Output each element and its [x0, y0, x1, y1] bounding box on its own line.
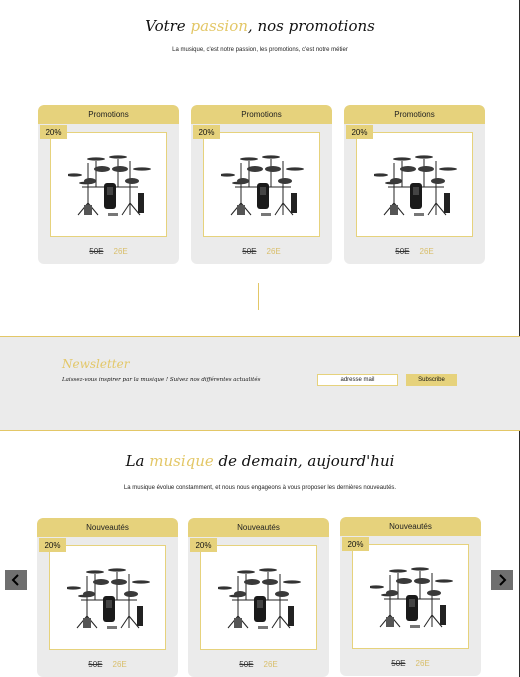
product-image-frame[interactable]	[203, 132, 320, 237]
new-price: 26E	[419, 247, 434, 256]
discount-badge: 20%	[346, 125, 373, 139]
drum-kit-image	[368, 559, 454, 631]
card-header: Nouveautés	[37, 518, 178, 537]
title-part: Votre	[145, 17, 191, 35]
drum-kit-image	[65, 560, 151, 632]
old-price: 50E	[395, 247, 410, 256]
newsletter-title: Newsletter	[62, 357, 130, 371]
product-image-frame[interactable]	[200, 545, 317, 650]
card-header: Promotions	[191, 105, 332, 124]
card-header: Nouveautés	[188, 518, 329, 537]
promotion-card[interactable]: Promotions 20% 50E 26E	[191, 105, 332, 264]
discount-badge: 20%	[40, 125, 67, 139]
news-card[interactable]: Nouveautés 20% 50E 26E	[340, 517, 481, 676]
drum-kit-image	[219, 147, 305, 219]
new-price: 26E	[263, 660, 278, 669]
new-price: 26E	[415, 659, 430, 668]
promotions-subtitle: La musique, c'est notre passion, les pro…	[172, 47, 348, 53]
old-price: 50E	[239, 660, 254, 669]
price-row: 50E 26E	[37, 660, 178, 669]
newsletter-section: Newsletter Laissez-vous inspirer par la …	[0, 336, 520, 431]
drum-kit-image	[66, 147, 152, 219]
discount-badge: 20%	[342, 537, 369, 551]
new-price: 26E	[266, 247, 281, 256]
news-card[interactable]: Nouveautés 20% 50E 26E	[37, 518, 178, 677]
new-price: 26E	[112, 660, 127, 669]
newsletter-text: Laissez-vous inspirer par la musique ! S…	[62, 377, 261, 383]
card-header: Promotions	[38, 105, 179, 124]
discount-badge: 20%	[39, 538, 66, 552]
old-price: 50E	[88, 660, 103, 669]
product-image-frame[interactable]	[356, 132, 473, 237]
chevron-left-icon	[11, 574, 19, 586]
price-row: 50E 26E	[188, 660, 329, 669]
drum-kit-image	[372, 147, 458, 219]
old-price: 50E	[89, 247, 104, 256]
news-subtitle: La musique évolue constamment, et nous n…	[123, 485, 397, 491]
email-input[interactable]: adresse mail	[317, 374, 398, 386]
old-price: 50E	[242, 247, 257, 256]
section-divider	[258, 283, 259, 310]
price-row: 50E 26E	[38, 247, 179, 256]
old-price: 50E	[391, 659, 406, 668]
card-header: Promotions	[344, 105, 485, 124]
product-image-frame[interactable]	[352, 544, 469, 649]
title-part: , nos promotions	[247, 17, 375, 35]
promotion-card[interactable]: Promotions 20% 50E 26E	[38, 105, 179, 264]
price-row: 50E 26E	[191, 247, 332, 256]
discount-badge: 20%	[193, 125, 220, 139]
promotion-card[interactable]: Promotions 20% 50E 26E	[344, 105, 485, 264]
subscribe-button[interactable]: Subscribe	[406, 374, 457, 386]
card-header: Nouveautés	[340, 517, 481, 536]
carousel-next-button[interactable]	[491, 570, 513, 590]
news-card[interactable]: Nouveautés 20% 50E 26E	[188, 518, 329, 677]
chevron-right-icon	[499, 574, 507, 586]
product-image-frame[interactable]	[49, 545, 166, 650]
product-image-frame[interactable]	[50, 132, 167, 237]
title-accent: passion	[190, 17, 248, 35]
discount-badge: 20%	[190, 538, 217, 552]
promotions-title: Votre passion, nos promotions	[0, 17, 520, 35]
title-part: de demain, aujourd'hui	[213, 452, 395, 470]
title-accent: musique	[149, 452, 214, 470]
drum-kit-image	[216, 560, 302, 632]
price-row: 50E 26E	[340, 659, 481, 668]
price-row: 50E 26E	[344, 247, 485, 256]
title-part: La	[125, 452, 150, 470]
news-title: La musique de demain, aujourd'hui	[0, 452, 520, 470]
carousel-prev-button[interactable]	[5, 570, 27, 590]
new-price: 26E	[113, 247, 128, 256]
